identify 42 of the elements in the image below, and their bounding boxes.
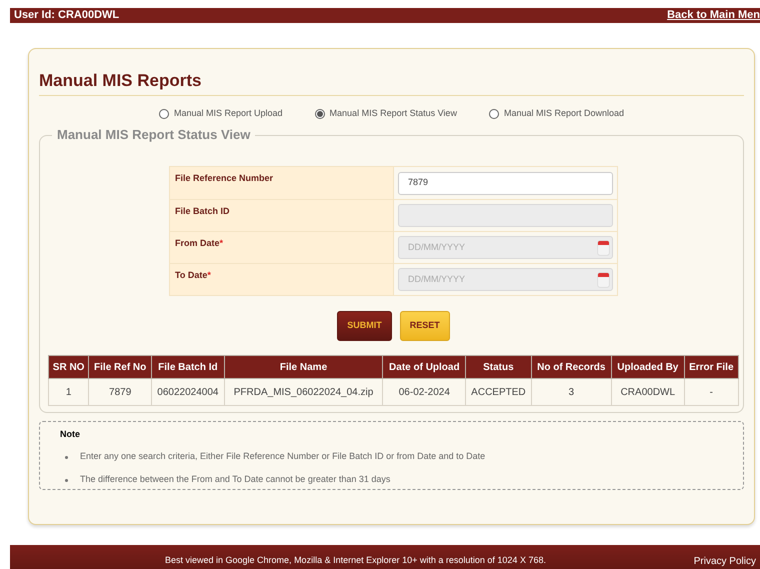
back-to-main-menu-link[interactable]: Back to Main Men — [667, 8, 760, 23]
note-item: Enter any one search criteria, Either File Reference Number or File Batch ID or from Date and to Date — [80, 450, 486, 464]
column-header: Error File — [684, 356, 738, 378]
table-cell: CRA00DWL — [612, 378, 684, 406]
footer-text: Best viewed in Google Chrome, Mozilla & Internet Explorer 10+ with a resolution of 1024 X 768. — [165, 554, 546, 568]
input-field[interactable]: 7879 — [398, 172, 613, 194]
column-header: SR NO — [48, 356, 89, 378]
bullet-icon — [65, 478, 68, 482]
column-header: File Batch Id — [152, 356, 224, 378]
column-header: File Ref No — [88, 356, 152, 378]
note-title: Note — [60, 428, 81, 441]
field-label: File Batch ID — [175, 206, 230, 216]
field-label: To Date* — [175, 270, 211, 280]
page-title: Manual MIS Reports — [39, 70, 202, 92]
column-header: Date of Upload — [382, 356, 466, 378]
table-cell: 06-02-2024 — [382, 378, 466, 406]
table-cell: PFRDA_MIS_06022024_04.zip — [224, 378, 383, 406]
column-header: Uploaded By — [612, 356, 684, 378]
radio-button[interactable] — [488, 109, 499, 119]
privacy-policy-link[interactable]: Privacy Policy — [694, 554, 756, 568]
table-cell: 06022024004 — [152, 378, 224, 406]
table-cell: 3 — [531, 378, 612, 406]
table-cell: 1 — [48, 378, 89, 406]
submit-button[interactable]: SUBMIT — [337, 311, 392, 341]
table-cell: ACCEPTED — [466, 378, 532, 406]
user-id: User Id: CRA00DWL — [14, 8, 120, 23]
column-header: File Name — [224, 356, 383, 378]
table-cell: - — [684, 378, 738, 406]
column-header: No of Records — [531, 356, 612, 378]
radio-label: Manual MIS Report Upload — [174, 107, 283, 120]
table-cell: 7879 — [88, 378, 152, 406]
section-title: Manual MIS Report Status View — [52, 127, 256, 143]
field-label: From Date* — [175, 238, 224, 248]
radio-label: Manual MIS Report Status View — [330, 107, 457, 120]
field-label: File Reference Number — [175, 173, 274, 183]
radio-button[interactable] — [314, 109, 325, 119]
column-header: Status — [466, 356, 532, 378]
reset-button[interactable]: RESET — [400, 311, 450, 341]
note-item: The difference between the From and To Date cannot be greater than 31 days — [80, 473, 390, 486]
bullet-icon — [65, 456, 68, 458]
radio-label: Manual MIS Report Download — [504, 107, 624, 120]
radio-button[interactable] — [158, 109, 169, 119]
